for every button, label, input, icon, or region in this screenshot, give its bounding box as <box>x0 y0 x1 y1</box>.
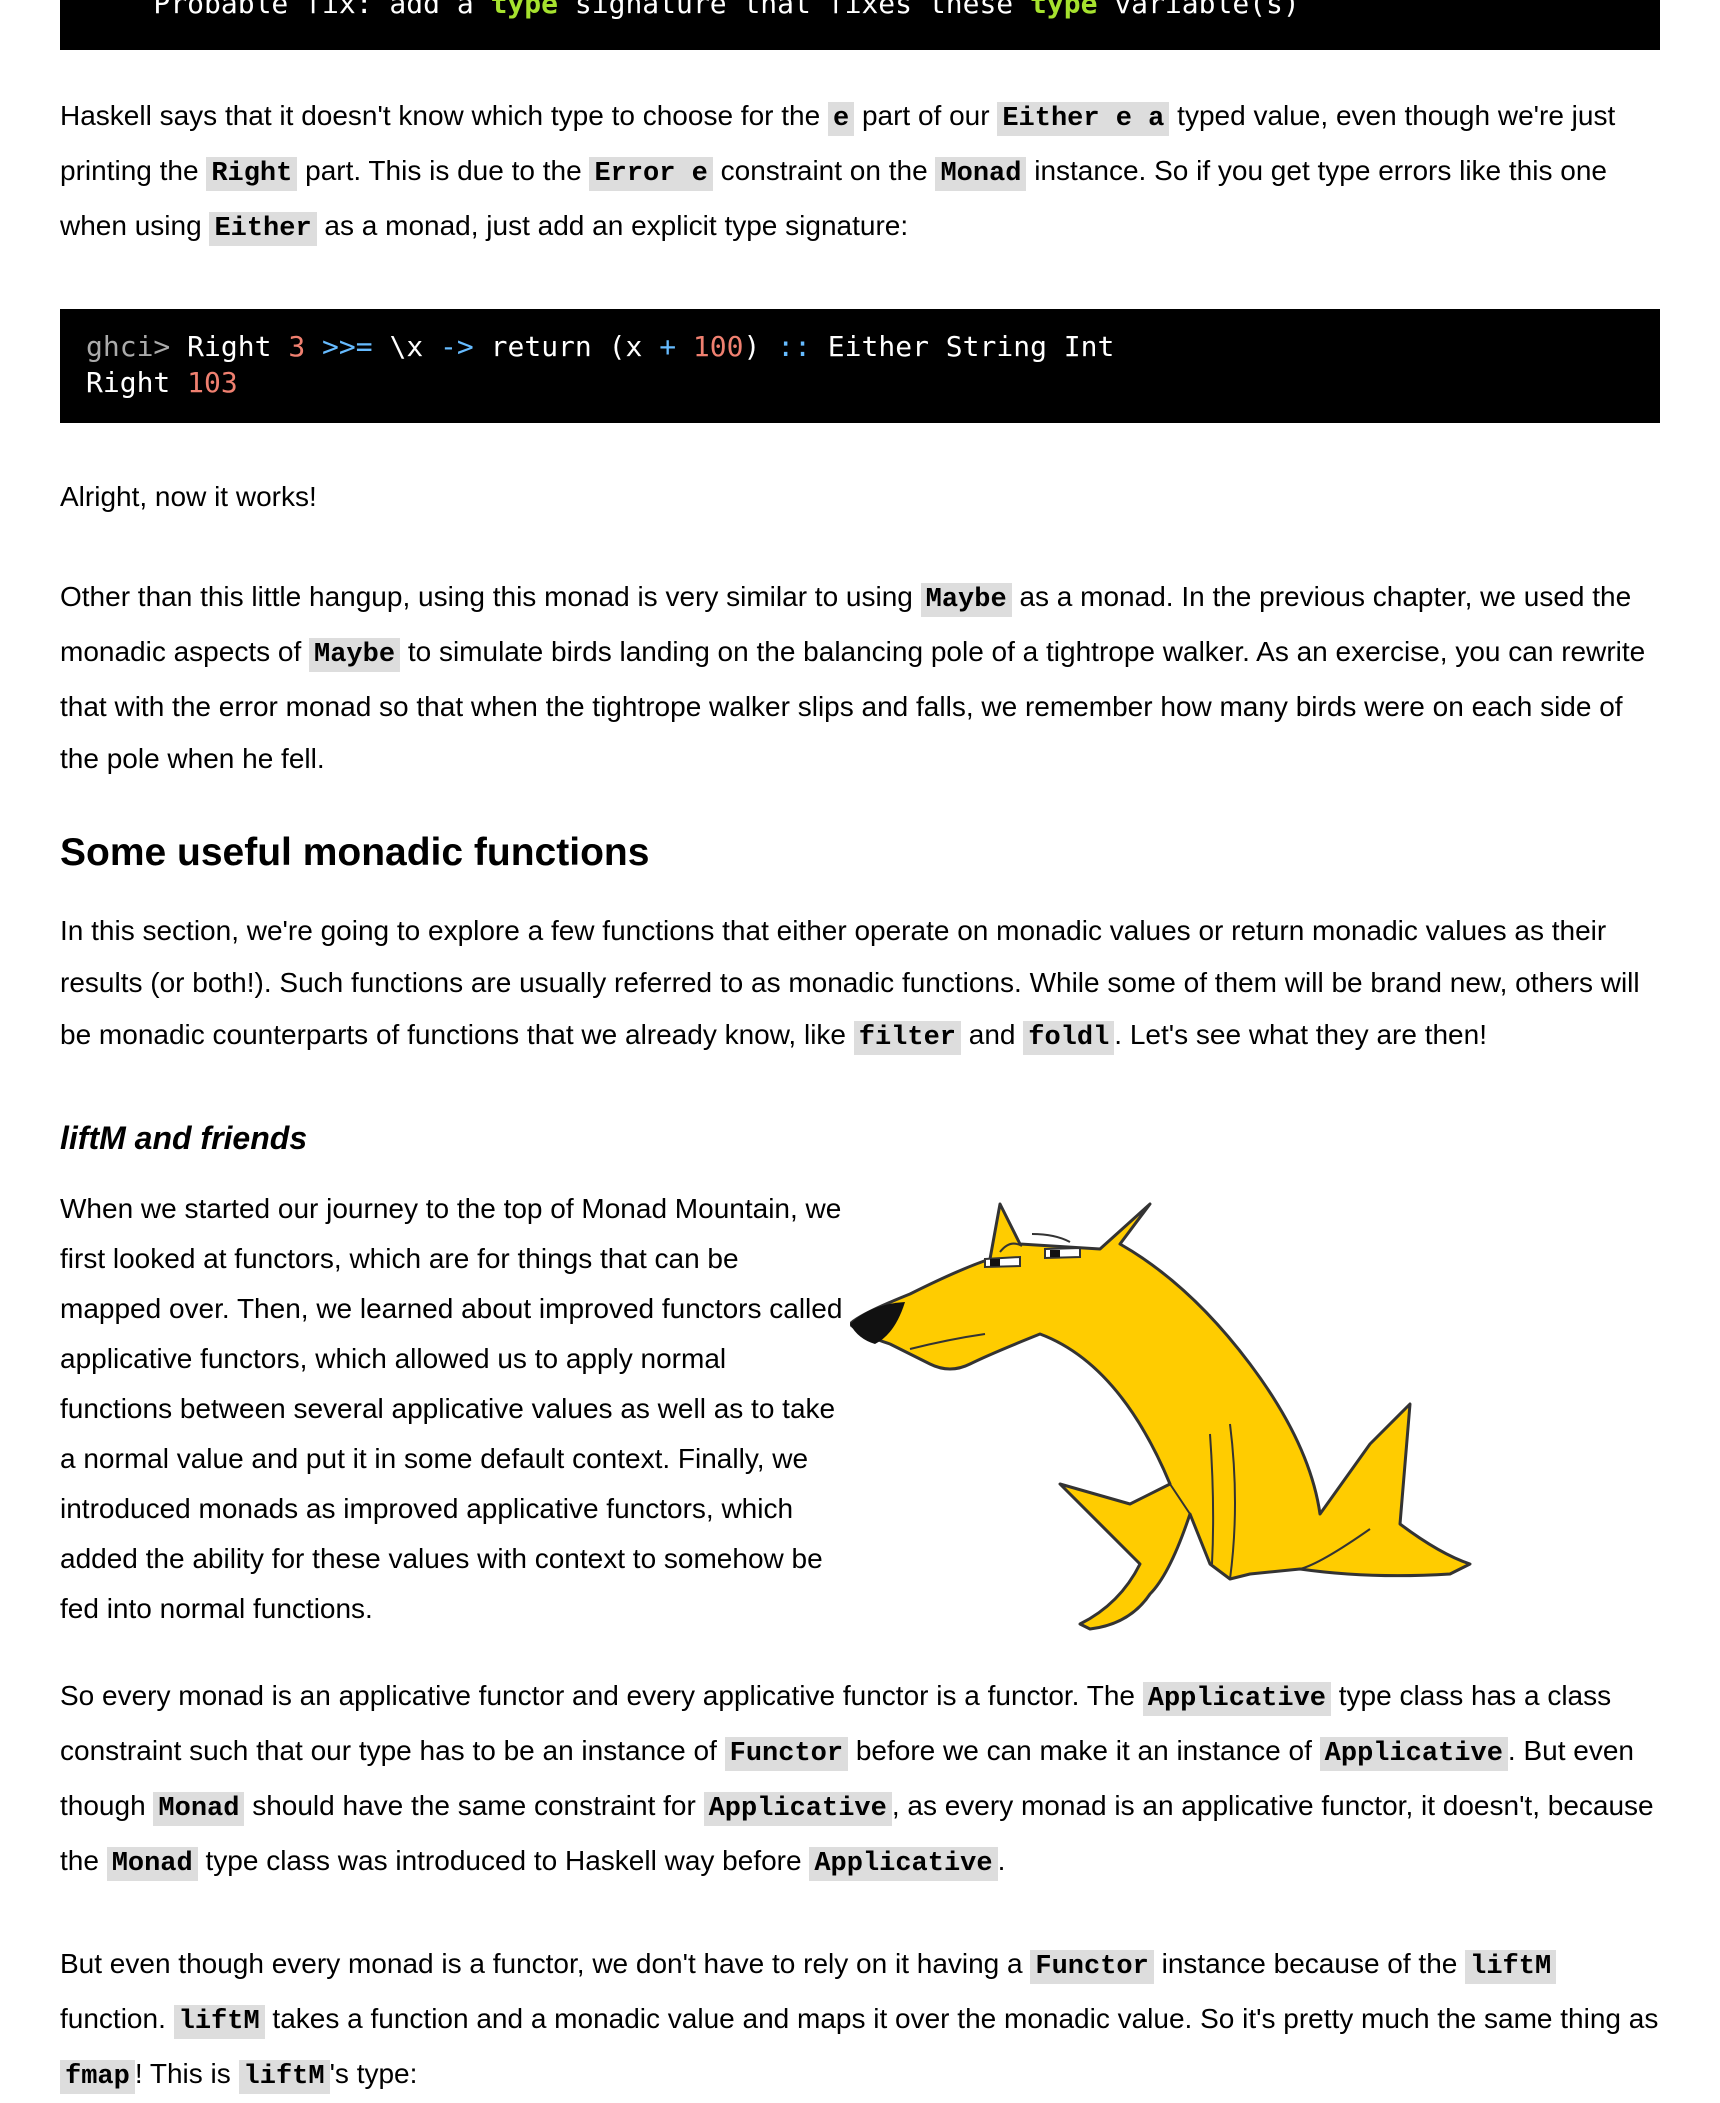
paragraph-applicative-functor: So every monad is an applicative functor… <box>60 1680 1654 1881</box>
inline-code: Monad <box>935 157 1027 191</box>
code-keyword: type <box>490 0 559 20</box>
error-code-block: Probable fix: add a type signature that … <box>60 0 1660 50</box>
inline-code: Maybe <box>309 638 401 672</box>
inline-code: Right <box>206 157 298 191</box>
code-keyword: type <box>1030 0 1098 20</box>
paragraph-monad-journey: When we started our journey to the top o… <box>60 1193 843 1624</box>
inline-code: liftM <box>1465 1950 1557 1984</box>
inline-code: Functor <box>724 1737 849 1771</box>
ghci-prompt: ghci> <box>86 330 171 363</box>
subsection-heading: liftM and friends <box>60 1120 308 1156</box>
code-text: variable(s) <box>1097 0 1300 20</box>
inline-code: Maybe <box>920 583 1012 617</box>
inline-code: Applicative <box>809 1847 998 1881</box>
inline-code: Error e <box>589 157 713 191</box>
paragraph-section-intro: In this section, we're going to explore … <box>60 915 1640 1055</box>
ghci-code-block: ghci> Right 3 >>= \x -> return (x + 100)… <box>60 309 1660 423</box>
inline-code: Monad <box>106 1847 198 1881</box>
page-content: Probable fix: add a type signature that … <box>60 0 1660 2103</box>
inline-code: filter <box>853 1021 961 1055</box>
paragraph-now-it-works: Alright, now it works! <box>60 481 317 512</box>
paragraph-type-error-explanation: Haskell says that it doesn't know which … <box>60 100 1616 246</box>
code-text: signature that fixes these <box>558 0 1031 20</box>
inline-code: e <box>827 102 855 136</box>
inline-code: liftM <box>238 2060 330 2094</box>
inline-code: Applicative <box>1319 1737 1508 1771</box>
inline-code: liftM <box>173 2005 265 2039</box>
inline-code: foldl <box>1023 1021 1115 1055</box>
inline-code: Functor <box>1030 1950 1154 1984</box>
liftm-intro-block: When we started our journey to the top o… <box>60 1184 1660 1644</box>
inline-code: Monad <box>153 1792 245 1826</box>
inline-code: fmap <box>60 2060 135 2094</box>
paragraph-maybe-comparison: Other than this little hangup, using thi… <box>60 581 1646 774</box>
inline-code: Applicative <box>1142 1682 1331 1716</box>
yellow-dog-illustration <box>850 1202 1472 1631</box>
section-heading: Some useful monadic functions <box>60 831 650 874</box>
inline-code: Either <box>209 212 317 246</box>
inline-code: Applicative <box>703 1792 892 1826</box>
inline-code: Either e a <box>997 102 1170 136</box>
paragraph-liftm: But even though every monad is a functor… <box>60 1948 1659 2094</box>
code-text: Probable fix: add a <box>86 0 491 20</box>
